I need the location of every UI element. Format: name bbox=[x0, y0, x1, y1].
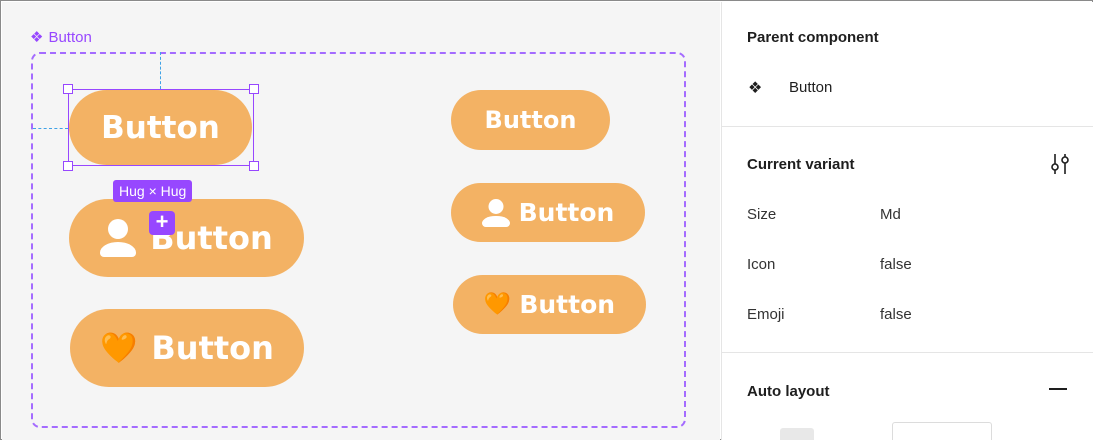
button-variant-md-emoji[interactable]: 🧡 Button bbox=[453, 275, 646, 334]
button-variant-md-icon[interactable]: Button bbox=[451, 183, 645, 242]
current-variant-title: Current variant bbox=[747, 156, 855, 173]
layout-direction-control[interactable] bbox=[780, 428, 814, 440]
auto-layout-title: Auto layout bbox=[747, 383, 830, 400]
variant-prop-value[interactable]: false bbox=[880, 256, 912, 273]
adjust-properties-icon[interactable] bbox=[1049, 152, 1071, 176]
button-variant-lg-emoji[interactable]: 🧡 Button bbox=[70, 309, 304, 387]
section-divider bbox=[722, 352, 1093, 353]
button-variant-lg-icon[interactable]: Button bbox=[69, 199, 304, 277]
minus-icon[interactable] bbox=[1049, 388, 1067, 390]
heart-emoji-icon: 🧡 bbox=[100, 330, 138, 366]
button-label: Button bbox=[484, 106, 577, 134]
resize-handle-top-left[interactable] bbox=[63, 84, 73, 94]
variant-prop-key: Icon bbox=[747, 256, 776, 273]
variant-prop-key: Emoji bbox=[747, 306, 785, 323]
component-icon: ❖ bbox=[748, 80, 763, 97]
resize-handle-bottom-right[interactable] bbox=[249, 161, 259, 171]
window-frame: ❖ Button Button Button 🧡 Button Button B… bbox=[0, 0, 1093, 440]
spacing-guide-horizontal bbox=[33, 128, 68, 129]
resize-handle-bottom-left[interactable] bbox=[63, 161, 73, 171]
person-icon bbox=[481, 198, 510, 227]
component-icon: ❖ bbox=[30, 29, 44, 46]
size-badge[interactable]: Hug × Hug bbox=[113, 180, 193, 202]
button-variant-md[interactable]: Button bbox=[451, 90, 610, 150]
heart-emoji-icon: 🧡 bbox=[483, 292, 512, 317]
variant-prop-value[interactable]: false bbox=[880, 306, 912, 323]
variant-prop-value[interactable]: Md bbox=[880, 206, 901, 223]
layout-spacing-field[interactable] bbox=[892, 422, 992, 440]
component-set-label[interactable]: ❖ Button bbox=[30, 29, 92, 46]
resize-handle-top-right[interactable] bbox=[249, 84, 259, 94]
button-label: Button bbox=[151, 329, 274, 367]
button-label: Button bbox=[519, 290, 616, 319]
variant-prop-key: Size bbox=[747, 206, 777, 223]
parent-component-name[interactable]: Button bbox=[789, 79, 832, 96]
button-label: Button bbox=[518, 198, 615, 227]
spacing-guide-vertical bbox=[160, 52, 161, 89]
properties-panel: Parent component ❖ Button Current varian… bbox=[721, 2, 1093, 440]
canvas[interactable]: ❖ Button Button Button 🧡 Button Button B… bbox=[2, 2, 720, 440]
add-variant-button[interactable]: + bbox=[149, 211, 175, 235]
person-icon bbox=[100, 219, 137, 257]
component-set-name: Button bbox=[48, 29, 92, 46]
section-divider bbox=[722, 126, 1093, 127]
parent-component-title: Parent component bbox=[747, 29, 879, 46]
selection-box[interactable] bbox=[63, 84, 259, 171]
